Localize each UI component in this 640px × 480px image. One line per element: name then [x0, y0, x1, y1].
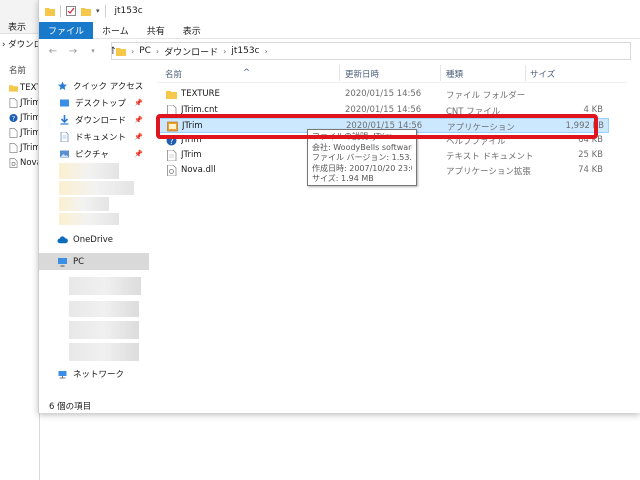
- recent-locations-chevron-icon[interactable]: ▾: [87, 44, 99, 58]
- forward-arrow-icon[interactable]: →: [67, 44, 79, 58]
- navigation-pane: クイック アクセス デスクトップ 📌 ダウンロード 📌 ドキュメント 📌 ピクチ…: [39, 63, 149, 393]
- title-bar[interactable]: ▾ jt153c: [39, 0, 640, 22]
- annotation-highlight: [156, 114, 598, 139]
- background-name-column[interactable]: 名前: [9, 64, 26, 76]
- redacted-item: [69, 277, 141, 295]
- background-explorer-window: 表示 › ダウンロ 名前 TEXTURE JTrim ? JTrim JTrim…: [0, 0, 40, 480]
- table-row[interactable]: TEXTURE 2020/01/15 14:56 ファイル フォルダー: [159, 87, 609, 102]
- tooltip-line: 会社: WoodyBells software: [312, 142, 412, 152]
- network-icon: [58, 370, 67, 378]
- ribbon-tabs: ファイル ホーム 共有 表示: [39, 22, 640, 39]
- column-date[interactable]: 更新日時: [345, 68, 379, 80]
- column-divider[interactable]: [440, 65, 441, 81]
- nav-downloads[interactable]: ダウンロード 📌: [39, 111, 149, 128]
- nav-desktop[interactable]: デスクトップ 📌: [39, 94, 149, 111]
- file-list: ^ 名前 更新日時 種類 サイズ TEXTURE 2020/01/15 14:5…: [157, 63, 640, 393]
- nav-network[interactable]: ネットワーク: [39, 365, 149, 382]
- nav-documents[interactable]: ドキュメント 📌: [39, 128, 149, 145]
- column-divider[interactable]: [525, 65, 526, 81]
- address-bar[interactable]: › PC › ダウンロード › jt153c ›: [111, 42, 631, 60]
- computer-icon: [58, 257, 67, 266]
- star-icon: [58, 81, 67, 90]
- explorer-window: ▾ jt153c ファイル ホーム 共有 表示 ← → ▾ ↑ › PC › ダ…: [38, 0, 640, 413]
- folder-icon: [9, 85, 18, 92]
- redacted-item: [59, 213, 119, 225]
- dll-icon: [167, 165, 177, 176]
- download-icon: [60, 114, 69, 125]
- background-list-item[interactable]: ? JTrim: [9, 111, 40, 125]
- chevron-right-icon: ›: [223, 46, 227, 56]
- tooltip-line: 作成日時: 2007/10/20 23:00: [312, 163, 412, 173]
- chevron-down-icon[interactable]: ▾: [96, 7, 100, 15]
- desktop-icon: [60, 99, 69, 106]
- background-chevron-icon: ›: [2, 40, 6, 50]
- redacted-item: [59, 163, 119, 179]
- tab-file[interactable]: ファイル: [39, 22, 94, 39]
- dll-icon: [9, 158, 18, 168]
- navigation-bar: ← → ▾ ↑ › PC › ダウンロード › jt153c ›: [39, 39, 640, 63]
- nav-quick-access[interactable]: クイック アクセス: [39, 77, 149, 94]
- background-list-item[interactable]: Nova.dll: [9, 156, 40, 170]
- new-folder-icon[interactable]: [81, 7, 91, 16]
- folder-icon: [45, 7, 55, 16]
- nav-pc[interactable]: PC: [39, 253, 149, 270]
- sort-ascending-icon: ^: [243, 68, 251, 78]
- pictures-icon: [60, 150, 69, 157]
- background-list-item[interactable]: JTrim: [9, 141, 40, 155]
- cloud-icon: [57, 235, 68, 243]
- folder-icon: [116, 47, 126, 56]
- chevron-right-icon: ›: [155, 46, 160, 56]
- divider: [104, 5, 106, 17]
- tab-view[interactable]: 表示: [174, 22, 210, 39]
- column-divider[interactable]: [339, 65, 340, 81]
- tooltip-line: ファイル バージョン: 1.53.3.0: [312, 153, 412, 162]
- background-list-item[interactable]: TEXTURE: [9, 81, 40, 95]
- chevron-right-icon: ›: [264, 46, 268, 56]
- folder-icon: [166, 91, 177, 99]
- text-file-icon: [9, 143, 18, 153]
- pin-icon[interactable]: 📌: [134, 150, 143, 158]
- column-type[interactable]: 種類: [446, 68, 463, 80]
- help-icon: ?: [9, 113, 18, 123]
- chevron-right-icon: ›: [131, 46, 135, 56]
- tooltip-line: サイズ: 1.94 MB: [312, 174, 374, 183]
- background-list-item[interactable]: JTrim: [9, 126, 40, 140]
- redacted-item: [59, 197, 109, 211]
- status-bar-item-count: 6 個の項目: [49, 402, 92, 412]
- redacted-item: [69, 321, 139, 339]
- svg-text:?: ?: [12, 116, 15, 123]
- redacted-item: [69, 343, 139, 361]
- file-icon: [9, 98, 18, 108]
- background-view-tab[interactable]: 表示: [8, 20, 26, 33]
- tab-home[interactable]: ホーム: [93, 22, 138, 39]
- column-headers: ^ 名前 更新日時 種類 サイズ: [157, 63, 627, 83]
- divider: [60, 5, 61, 17]
- tab-share[interactable]: 共有: [138, 22, 174, 39]
- breadcrumb-jt153c[interactable]: jt153c: [231, 46, 259, 56]
- pin-icon[interactable]: 📌: [134, 116, 143, 124]
- breadcrumb-downloads[interactable]: ダウンロード: [164, 45, 218, 58]
- column-name[interactable]: 名前: [165, 68, 182, 80]
- back-arrow-icon[interactable]: ←: [47, 44, 59, 58]
- breadcrumb-pc[interactable]: PC: [139, 46, 151, 56]
- nav-pictures[interactable]: ピクチャ 📌: [39, 145, 149, 162]
- background-ribbon: 表示: [0, 0, 40, 34]
- nav-onedrive[interactable]: OneDrive: [39, 231, 149, 248]
- column-size[interactable]: サイズ: [530, 68, 555, 80]
- pin-icon[interactable]: 📌: [134, 133, 143, 141]
- window-title: jt153c: [114, 6, 143, 16]
- background-list-item[interactable]: JTrim: [9, 96, 40, 110]
- properties-icon[interactable]: [66, 6, 76, 16]
- redacted-item: [69, 301, 139, 317]
- background-address-bar[interactable]: › ダウンロ: [0, 38, 40, 54]
- redacted-item: [59, 181, 134, 195]
- pin-icon[interactable]: 📌: [134, 99, 143, 107]
- file-icon: [9, 128, 18, 138]
- document-icon: [60, 131, 69, 142]
- text-file-icon: [167, 150, 177, 161]
